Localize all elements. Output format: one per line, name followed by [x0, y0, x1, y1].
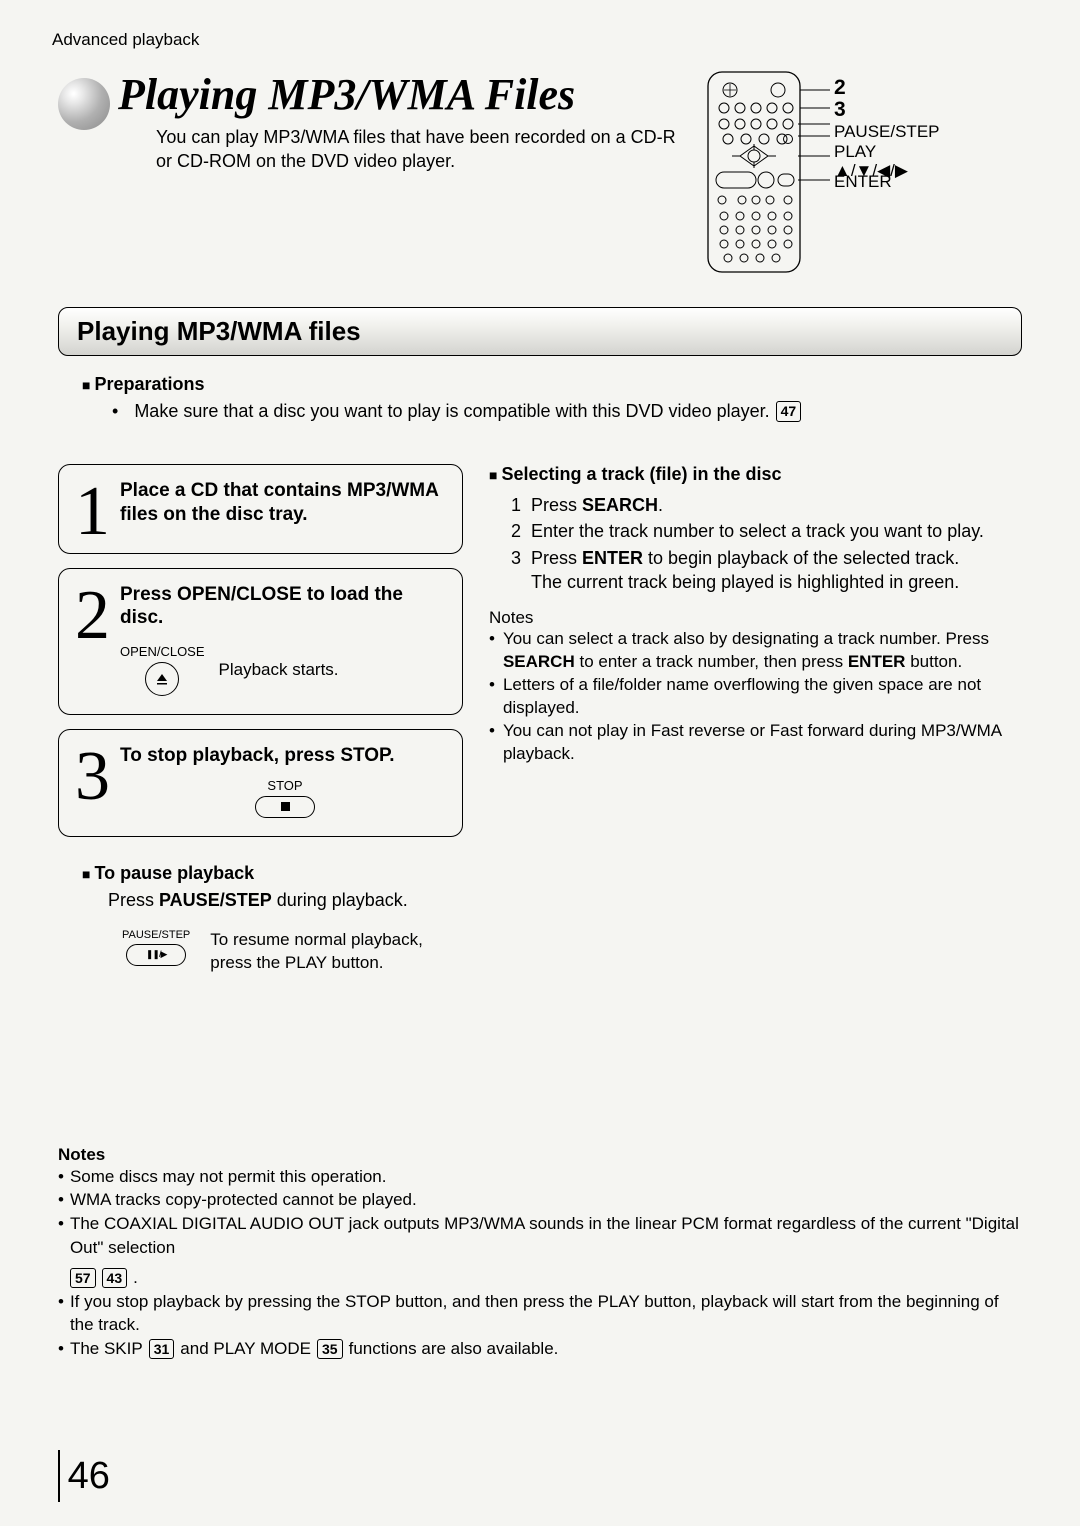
bottom-note-1: Some discs may not permit this operation…: [70, 1165, 387, 1189]
bottom-note-5-pre: The SKIP: [70, 1337, 143, 1361]
pause-step-label: PAUSE/STEP: [122, 929, 190, 941]
open-close-label: OPEN/CLOSE: [120, 644, 205, 659]
breadcrumb: Advanced playback: [52, 30, 1022, 50]
section-title-bar: Playing MP3/WMA files: [58, 307, 1022, 356]
sel-step-3-bold: ENTER: [582, 548, 643, 568]
sel-step-1-pre: Press: [531, 495, 582, 515]
sel-note-3: You can not play in Fast reverse or Fast…: [503, 720, 1022, 766]
pause-body-post: during playback.: [272, 890, 408, 910]
stop-label: STOP: [126, 778, 444, 793]
step-1-box: 1 Place a CD that contains MP3/WMA files…: [58, 464, 463, 554]
bottom-note-3-post: .: [133, 1266, 138, 1290]
page-title: Playing MP3/WMA Files: [118, 72, 684, 118]
step-2-title: Press OPEN/CLOSE to load the disc.: [120, 583, 444, 631]
bottom-note-3-pre: The COAXIAL DIGITAL AUDIO OUT jack outpu…: [70, 1212, 1022, 1260]
bottom-note-5-mid: and PLAY MODE: [180, 1337, 311, 1361]
bottom-note-5-post: functions are also available.: [349, 1337, 559, 1361]
step-3-box: 3 To stop playback, press STOP. STOP: [58, 729, 463, 837]
step-3-title: To stop playback, press STOP.: [120, 744, 444, 768]
page-subtitle: You can play MP3/WMA files that have bee…: [156, 126, 684, 174]
sel-note-1-pre: You can select a track also by designati…: [503, 629, 989, 648]
sel-step-3-extra: The current track being played is highli…: [531, 570, 959, 594]
sel-step-2-num: 2: [507, 519, 521, 543]
preparations-body: Make sure that a disc you want to play i…: [134, 401, 769, 422]
sel-step-2-text: Enter the track number to select a track…: [531, 519, 984, 543]
callout-3: 3: [834, 98, 846, 121]
bottom-notes-head: Notes: [58, 1145, 1022, 1165]
pause-body-pre: Press: [108, 890, 159, 910]
title-sphere-icon: [58, 78, 110, 130]
sel-step-3-num: 3: [507, 546, 521, 595]
step-2-box: 2 Press OPEN/CLOSE to load the disc. OPE…: [58, 568, 463, 716]
callout-enter: ENTER: [834, 172, 892, 192]
callout-pause-step: PAUSE/STEP: [834, 122, 940, 142]
sel-note-1-mid: to enter a track number, then press: [575, 652, 848, 671]
selecting-notes-head: Notes: [489, 608, 1022, 628]
sel-note-2: Letters of a file/folder name overflowin…: [503, 674, 1022, 720]
pause-resume-text: To resume normal playback, press the PLA…: [210, 929, 463, 975]
pageref-35: 35: [317, 1339, 343, 1359]
pageref-31: 31: [149, 1339, 175, 1359]
pause-step-button-icon: ❚❚/▶: [126, 944, 186, 966]
remote-diagram: 2 3 PAUSE/STEP PLAY ▲/▼/◀/▶ ENTER: [702, 66, 1022, 281]
step-1-number: 1: [75, 489, 110, 535]
callout-play: PLAY: [834, 142, 940, 162]
sel-note-1-b1: SEARCH: [503, 652, 575, 671]
bottom-note-2: WMA tracks copy-protected cannot be play…: [70, 1188, 417, 1212]
step-3-number: 3: [75, 754, 110, 800]
sel-step-1-post: .: [658, 495, 663, 515]
step-2-note: Playback starts.: [219, 660, 339, 680]
open-close-button-icon: [145, 662, 179, 696]
pause-head: ■To pause playback: [82, 863, 463, 884]
callout-2: 2: [834, 76, 846, 100]
sel-note-1-b2: ENTER: [848, 652, 906, 671]
sel-step-1-num: 1: [507, 493, 521, 517]
sel-step-1-bold: SEARCH: [582, 495, 658, 515]
step-2-number: 2: [75, 593, 110, 639]
preparations-head: ■Preparations: [82, 374, 1022, 395]
stop-button-icon: [255, 796, 315, 818]
sel-step-3-pre: Press: [531, 548, 582, 568]
step-1-title: Place a CD that contains MP3/WMA files o…: [120, 479, 444, 527]
bottom-note-4: If you stop playback by pressing the STO…: [70, 1290, 1022, 1338]
pause-body-bold: PAUSE/STEP: [159, 890, 272, 910]
pageref-57: 57: [70, 1268, 96, 1288]
selecting-head: ■Selecting a track (file) in the disc: [489, 464, 1022, 485]
pageref-47: 47: [776, 401, 802, 421]
sel-note-1-post: button.: [905, 652, 962, 671]
pageref-43: 43: [102, 1268, 128, 1288]
page-number: 46: [58, 1450, 110, 1502]
sel-step-3-post: to begin playback of the selected track.: [643, 548, 959, 568]
